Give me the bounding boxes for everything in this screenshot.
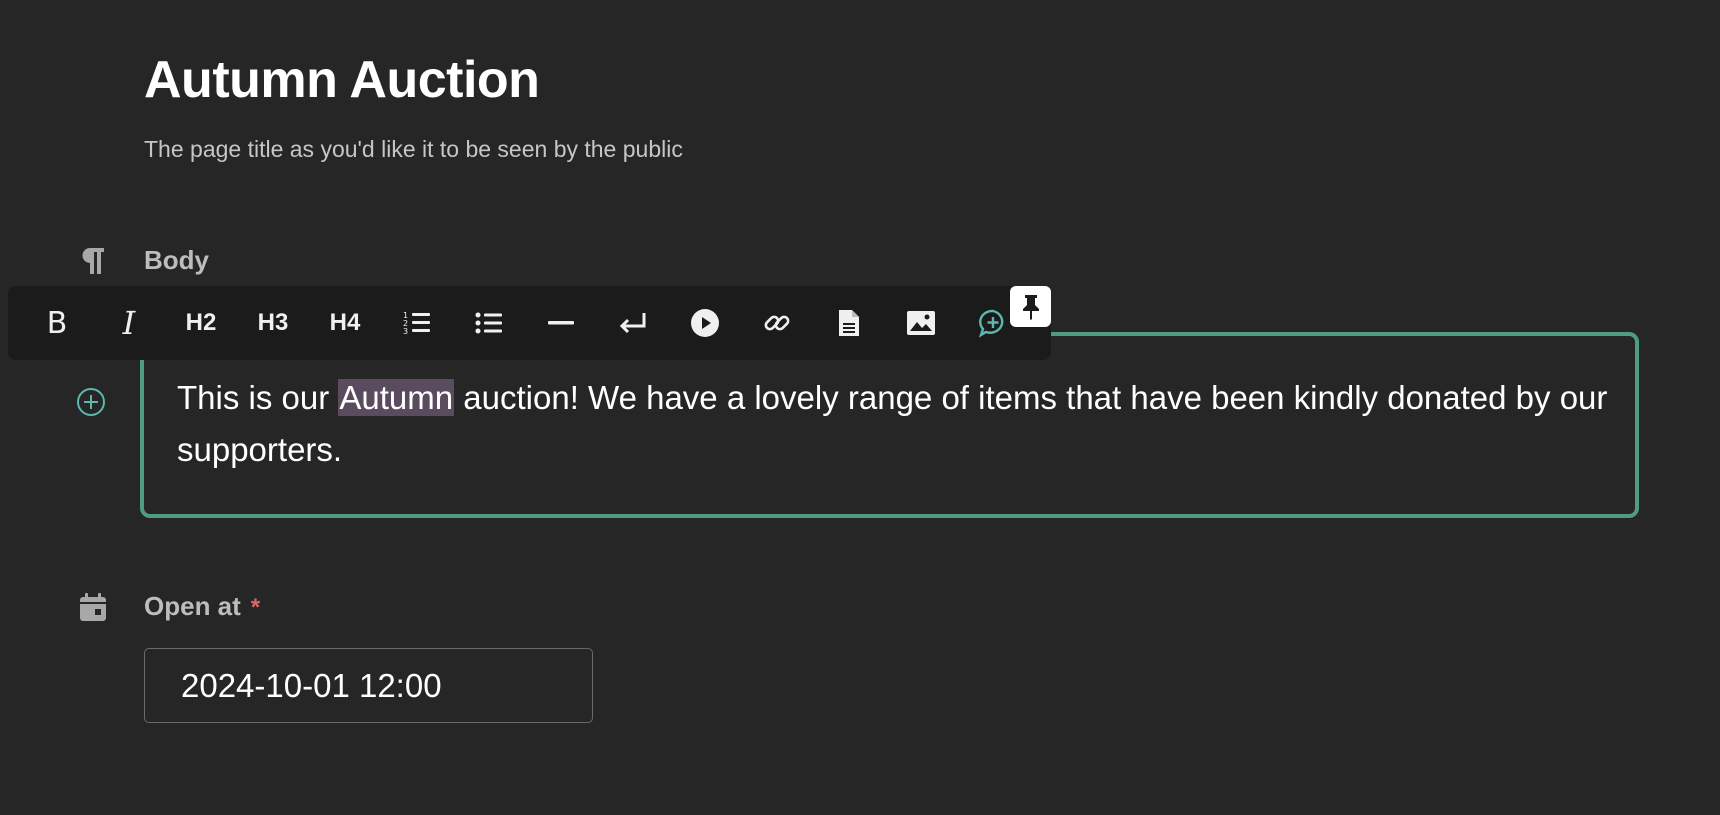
svg-text:3: 3 [403, 327, 408, 336]
h4-button[interactable]: H4 [309, 293, 381, 353]
horizontal-rule-button[interactable] [525, 293, 597, 353]
body-editor-content[interactable]: This is our Autumn auction! We have a lo… [177, 372, 1637, 476]
h3-label: H3 [257, 309, 289, 336]
italic-button[interactable]: I [93, 293, 165, 353]
page-title: Autumn Auction [144, 51, 540, 109]
pin-toolbar-button[interactable] [1010, 286, 1051, 327]
bullet-list-icon [475, 312, 502, 334]
add-block-icon[interactable] [75, 386, 107, 418]
ordered-list-icon: 1 2 3 [403, 311, 430, 336]
h3-button[interactable]: H3 [237, 293, 309, 353]
image-icon [907, 311, 935, 335]
bullet-list-button[interactable] [453, 293, 525, 353]
line-break-button[interactable] [597, 293, 669, 353]
open-at-label: Open at * [144, 591, 260, 622]
pilcrow-icon [76, 244, 110, 278]
link-button[interactable] [741, 293, 813, 353]
body-field-label: Body [144, 245, 209, 275]
embed-button[interactable] [669, 293, 741, 353]
document-button[interactable] [813, 293, 885, 353]
formatting-toolbar: B I H2 H3 H4 1 2 3 [8, 286, 1051, 360]
open-at-input[interactable] [144, 648, 593, 723]
play-icon [691, 309, 719, 337]
calendar-icon [76, 590, 110, 624]
h4-label: H4 [329, 309, 361, 336]
comment-add-icon [978, 309, 1004, 338]
ordered-list-button[interactable]: 1 2 3 [381, 293, 453, 353]
pin-icon [1022, 294, 1039, 320]
h2-label: H2 [185, 309, 217, 336]
body-text-before: This is our [177, 379, 339, 416]
page-title-help: The page title as you'd like it to be se… [144, 136, 683, 162]
selected-text: Autumn [338, 379, 455, 416]
link-icon [764, 315, 790, 331]
image-button[interactable] [885, 293, 957, 353]
bold-icon: B [46, 305, 68, 341]
h2-button[interactable]: H2 [165, 293, 237, 353]
return-icon [619, 313, 646, 334]
italic-icon: I [122, 304, 136, 342]
horizontal-rule-icon [548, 321, 574, 325]
required-marker: * [250, 594, 261, 621]
open-at-label-text: Open at [144, 591, 241, 621]
document-icon [839, 310, 859, 336]
bold-button[interactable]: B [21, 293, 93, 353]
